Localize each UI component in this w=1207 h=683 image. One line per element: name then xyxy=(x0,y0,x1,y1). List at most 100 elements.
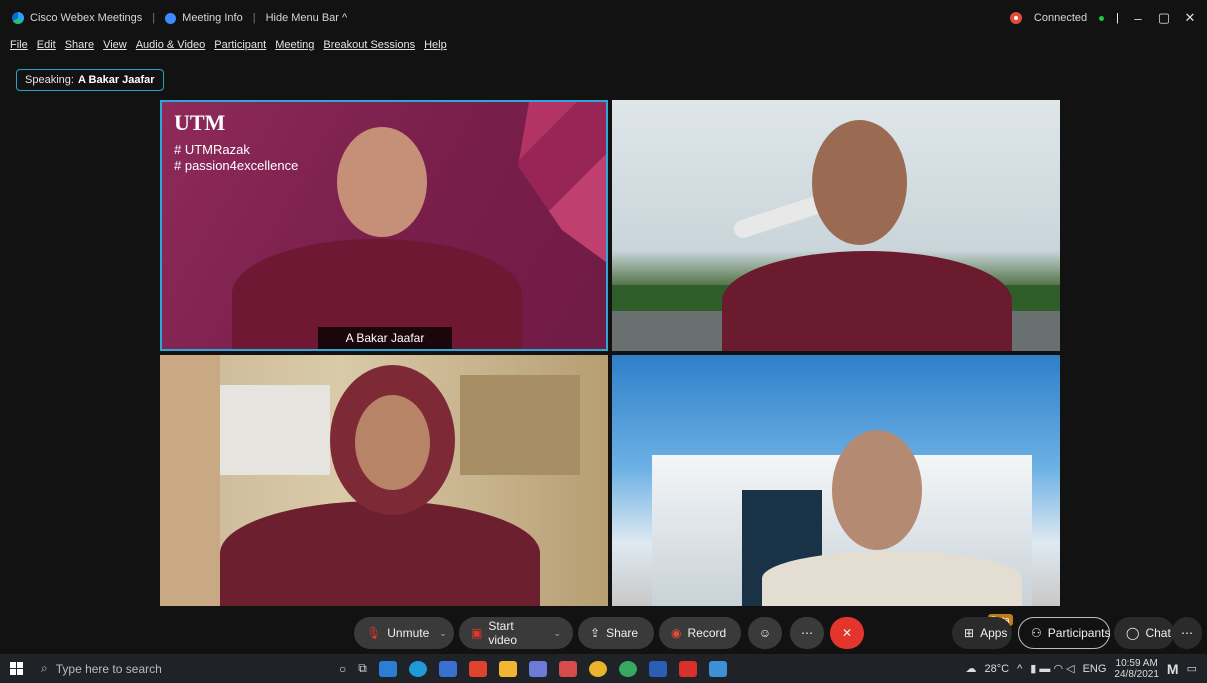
emoji-icon: ☺ xyxy=(758,626,772,640)
taskbar-search[interactable]: ⌕ Type here to search xyxy=(41,654,301,683)
unmute-button[interactable]: 🎙 Unmute ⌄ xyxy=(354,617,454,649)
system-tray: ☁ 28°C ^ ▮ ▬ ◠ ◁ ENG 10:59 AM 24/8/2021 … xyxy=(966,654,1207,683)
reactions-button[interactable]: ☺ xyxy=(748,617,782,649)
chat-button[interactable]: ◯ Chat xyxy=(1114,617,1174,649)
shelf xyxy=(460,375,580,475)
connection-status[interactable]: Connected xyxy=(1034,12,1087,24)
mail-icon[interactable] xyxy=(378,660,397,677)
more-icon: ⋯ xyxy=(801,626,813,640)
airplane-image xyxy=(731,193,828,241)
hex-pattern xyxy=(518,102,606,262)
share-button[interactable]: ⇪ Share xyxy=(578,617,654,649)
windows-taskbar: ⌕ Type here to search ○ ⧉ ☁ 28°C ^ ▮ ▬ ◠… xyxy=(0,654,1207,683)
clock-time: 10:59 AM xyxy=(1115,657,1158,669)
chevron-down-icon[interactable]: ⌄ xyxy=(553,628,561,639)
search-icon: ⌕ xyxy=(41,661,48,675)
participant-face xyxy=(355,395,430,490)
participant-body xyxy=(722,251,1012,351)
clock-date: 24/8/2021 xyxy=(1114,668,1159,680)
video-tile[interactable] xyxy=(160,355,608,606)
menu-participant[interactable]: Participant xyxy=(214,39,266,51)
chrome-icon[interactable] xyxy=(588,660,607,677)
weather-icon[interactable]: ☁ xyxy=(966,662,977,675)
utm-logo: UTM xyxy=(174,110,226,135)
chat-label: Chat xyxy=(1145,626,1171,640)
restore-button[interactable]: ▢ xyxy=(1157,10,1171,26)
whatsapp-icon[interactable] xyxy=(618,660,637,677)
notification-icon[interactable]: ▭ xyxy=(1187,662,1197,675)
menu-share[interactable]: Share xyxy=(65,39,94,51)
share-icon: ⇪ xyxy=(590,626,601,640)
participants-button[interactable]: ⚇ Participants xyxy=(1018,617,1110,649)
shelf xyxy=(160,355,220,606)
meeting-info-icon[interactable] xyxy=(165,12,177,24)
close-button[interactable]: ✕ xyxy=(1183,10,1197,26)
weather-temp[interactable]: 28°C xyxy=(985,663,1010,675)
participants-label: Participants xyxy=(1047,626,1111,640)
tray-icons[interactable]: ▮ ▬ ◠ ◁ xyxy=(1030,662,1074,675)
webex-taskbar-icon[interactable] xyxy=(708,660,727,677)
start-video-label: Start video xyxy=(488,619,518,647)
language-indicator[interactable]: ENG xyxy=(1083,663,1107,675)
connected-dot-icon xyxy=(1099,15,1105,21)
menu-file[interactable]: File xyxy=(10,39,28,51)
hide-menu-bar-link[interactable]: Hide Menu Bar ^ xyxy=(266,12,348,24)
video-tile[interactable] xyxy=(612,355,1060,606)
participant-head xyxy=(337,127,427,237)
word-icon[interactable] xyxy=(648,660,667,677)
minimize-button[interactable]: – xyxy=(1131,11,1145,26)
apps-button[interactable]: ⊞ Apps xyxy=(952,617,1012,649)
search-placeholder: Type here to search xyxy=(55,661,162,676)
books xyxy=(220,385,330,475)
divider: | xyxy=(1116,12,1119,24)
end-meeting-button[interactable]: ✕ xyxy=(830,617,864,649)
unmute-label: Unmute xyxy=(387,626,430,640)
office-icon[interactable] xyxy=(468,660,487,677)
more-options-button[interactable]: ⋯ xyxy=(790,617,824,649)
app-tray-icon[interactable]: M xyxy=(1167,661,1179,677)
speaking-name: A Bakar Jaafar xyxy=(77,74,155,86)
show-hidden-icons-icon[interactable]: ^ xyxy=(1017,663,1022,675)
store-icon[interactable] xyxy=(438,660,457,677)
video-tile[interactable] xyxy=(612,100,1060,351)
participant-body xyxy=(762,551,1022,606)
record-label: Record xyxy=(687,626,727,640)
hashtag-utmrazak: # UTMRazak xyxy=(174,142,250,157)
edge-icon[interactable] xyxy=(408,660,427,677)
chevron-down-icon[interactable]: ⌄ xyxy=(439,628,447,639)
windows-start-icon[interactable] xyxy=(10,662,23,675)
cortana-icon[interactable]: ○ xyxy=(339,662,346,676)
app-icon[interactable] xyxy=(528,660,547,677)
menu-breakout-sessions[interactable]: Breakout Sessions xyxy=(323,39,415,51)
app-title: Cisco Webex Meetings xyxy=(30,12,143,24)
mic-muted-icon: 🎙 xyxy=(366,626,382,640)
clock[interactable]: 10:59 AM 24/8/2021 xyxy=(1114,658,1159,680)
menu-view[interactable]: View xyxy=(103,39,127,51)
file-explorer-icon[interactable] xyxy=(498,660,517,677)
chat-icon: ◯ xyxy=(1126,626,1140,640)
menu-help[interactable]: Help xyxy=(424,39,447,51)
connection-status-icon xyxy=(1009,12,1022,24)
menu-audio-video[interactable]: Audio & Video xyxy=(136,39,206,51)
task-view-icon[interactable]: ⧉ xyxy=(358,661,367,676)
more-icon: ⋯ xyxy=(1181,626,1193,640)
share-label: Share xyxy=(606,626,639,640)
paint-icon[interactable] xyxy=(558,660,577,677)
meeting-info-link[interactable]: Meeting Info xyxy=(182,12,243,24)
menu-meeting[interactable]: Meeting xyxy=(275,39,314,51)
participant-head xyxy=(832,430,922,550)
video-off-icon: ▣ xyxy=(471,626,483,640)
apps-grid-icon: ⊞ xyxy=(964,626,975,640)
taskbar-apps: ○ ⧉ xyxy=(339,660,727,677)
person-icon: ⚇ xyxy=(1031,626,1042,640)
active-speaker-indicator[interactable]: Speaking: A Bakar Jaafar xyxy=(16,69,164,91)
hashtag-passion: # passion4excellence xyxy=(174,158,299,173)
title-bar: Cisco Webex Meetings | Meeting Info | Hi… xyxy=(0,0,1207,36)
record-icon: ◉ xyxy=(671,626,682,640)
more-panels-button[interactable]: ⋯ xyxy=(1172,617,1202,649)
record-button[interactable]: ◉ Record xyxy=(659,617,741,649)
acrobat-icon[interactable] xyxy=(678,660,697,677)
start-video-button[interactable]: ▣ Start video ⌄ xyxy=(459,617,573,649)
video-tile-active-speaker[interactable]: UTM # UTMRazak # passion4excellence A Ba… xyxy=(160,100,608,351)
menu-edit[interactable]: Edit xyxy=(37,39,56,51)
